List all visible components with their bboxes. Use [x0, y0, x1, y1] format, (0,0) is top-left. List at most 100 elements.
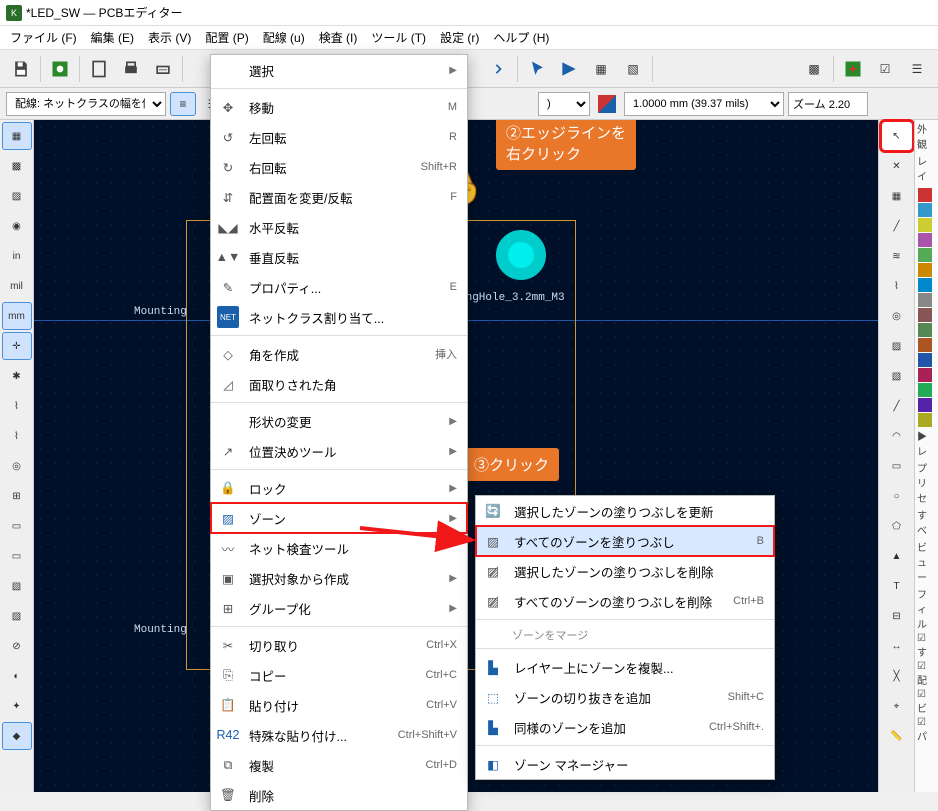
- place-textbox-tool[interactable]: ⊟: [882, 602, 912, 630]
- zone-add-cutout[interactable]: ⬚ゾーンの切り抜きを追加Shift+C: [476, 682, 774, 712]
- route-width-combo[interactable]: 配線: ネットクラスの幅を使用: [6, 92, 166, 116]
- ctx-mirror-h[interactable]: ◣◢水平反転: [211, 212, 467, 242]
- select-tool[interactable]: ↖: [882, 122, 912, 150]
- ctx-move[interactable]: ✥移動M: [211, 92, 467, 122]
- contrast-mode[interactable]: ◐: [2, 662, 32, 690]
- ctx-create-corner[interactable]: ◇角を作成挿入: [211, 339, 467, 369]
- draw-circle-tool[interactable]: ○: [882, 482, 912, 510]
- ctx-properties[interactable]: ✎プロパティ...E: [211, 272, 467, 302]
- draw-arc-tool[interactable]: ◠: [882, 422, 912, 450]
- ctx-change-shape[interactable]: 形状の変更▶: [211, 406, 467, 436]
- chk-place[interactable]: ☑ 配: [915, 660, 938, 688]
- zone-display1[interactable]: ▧: [2, 572, 32, 600]
- draw-poly-tool[interactable]: ⬠: [882, 512, 912, 540]
- zone-display2[interactable]: ▨: [2, 602, 32, 630]
- save-button[interactable]: [6, 54, 36, 84]
- swatch9[interactable]: [918, 338, 932, 352]
- swatch13[interactable]: [918, 398, 932, 412]
- swatch5[interactable]: [918, 278, 932, 292]
- route-diff-tool[interactable]: ≋: [882, 242, 912, 270]
- units-mil[interactable]: mil: [2, 272, 32, 300]
- sel-filter-button[interactable]: ▦: [586, 54, 616, 84]
- menu-file[interactable]: ファイル (F): [4, 27, 83, 48]
- polar-toggle[interactable]: ◉: [2, 212, 32, 240]
- ctx-create-from-sel[interactable]: ▣選択対象から作成▶: [211, 563, 467, 593]
- swatch8[interactable]: [918, 323, 932, 337]
- menu-settings[interactable]: 設定 (r): [434, 27, 485, 48]
- grid-size-combo[interactable]: 1.0000 mm (39.37 mils): [624, 92, 784, 116]
- menu-route[interactable]: 配線 (u): [257, 27, 311, 48]
- units-in[interactable]: in: [2, 242, 32, 270]
- place-keepout-tool[interactable]: ▧: [882, 362, 912, 390]
- inspect-button[interactable]: ▧: [618, 54, 648, 84]
- draw-line-tool[interactable]: ╱: [882, 392, 912, 420]
- ctx-paste-special[interactable]: R42特殊な貼り付け...Ctrl+Shift+V: [211, 720, 467, 750]
- zoom-field[interactable]: [788, 92, 868, 116]
- menu-tools[interactable]: ツール (T): [365, 27, 432, 48]
- ctx-copy[interactable]: ⎘コピーCtrl+C: [211, 660, 467, 690]
- chk-all[interactable]: ☑ す: [915, 632, 938, 660]
- crosshair-toggle[interactable]: ✛: [2, 332, 32, 360]
- swatch11[interactable]: [918, 368, 932, 382]
- ctx-zone[interactable]: ▨ゾーン▶: [211, 503, 467, 533]
- zone-duplicate-layer[interactable]: ▙レイヤー上にゾーンを複製...: [476, 652, 774, 682]
- preset-all[interactable]: すべ: [915, 506, 938, 538]
- footprint-wizard-button[interactable]: [554, 54, 584, 84]
- swatch12[interactable]: [918, 383, 932, 397]
- pcb-update-button[interactable]: [838, 54, 868, 84]
- swatch14[interactable]: [918, 413, 932, 427]
- hide-layers[interactable]: ⊘: [2, 632, 32, 660]
- scripts-button[interactable]: ☰: [902, 54, 932, 84]
- ctx-positioning[interactable]: ↗位置決めツール▶: [211, 436, 467, 466]
- swatch7[interactable]: [918, 308, 932, 322]
- ctx-rotate-cw[interactable]: ↻右回転Shift+R: [211, 152, 467, 182]
- redo-button[interactable]: [483, 54, 513, 84]
- place-image-tool[interactable]: ▲: [882, 542, 912, 570]
- tune-length-tool[interactable]: ⌇: [882, 272, 912, 300]
- outline-mode-graphics[interactable]: ▭: [2, 512, 32, 540]
- chk-via[interactable]: ☑ ビ: [915, 688, 938, 716]
- zone-manager[interactable]: ◧ゾーン マネージャー: [476, 749, 774, 779]
- board-setup-button[interactable]: [45, 54, 75, 84]
- outline-mode-vias[interactable]: ◎: [2, 452, 32, 480]
- print-button[interactable]: [116, 54, 146, 84]
- ctx-duplicate[interactable]: ⧉複製Ctrl+D: [211, 750, 467, 780]
- 3d-viewer-button[interactable]: ▩: [799, 54, 829, 84]
- layers-tab[interactable]: レイ: [915, 152, 938, 184]
- ctx-lock[interactable]: 🔒ロック▶: [211, 473, 467, 503]
- swatch-fcu[interactable]: [918, 188, 932, 202]
- menu-inspect[interactable]: 検査 (I): [313, 27, 364, 48]
- place-via-tool[interactable]: ◎: [882, 302, 912, 330]
- ctx-flip-side[interactable]: ⇵配置面を変更/反転F: [211, 182, 467, 212]
- place-text-tool[interactable]: T: [882, 572, 912, 600]
- place-zone-tool[interactable]: ▨: [882, 332, 912, 360]
- outline-mode-text[interactable]: ▭: [2, 542, 32, 570]
- page-settings-button[interactable]: [84, 54, 114, 84]
- swatch-bcu[interactable]: [918, 203, 932, 217]
- layer-pair-button[interactable]: [594, 92, 620, 116]
- place-footprint-tool[interactable]: ▦: [882, 182, 912, 210]
- ctx-mirror-v[interactable]: ▲▼垂直反転: [211, 242, 467, 272]
- outline-mode-tracks[interactable]: ⌇: [2, 422, 32, 450]
- highlight-net-tool[interactable]: ✕: [882, 152, 912, 180]
- menu-help[interactable]: ヘルプ (H): [487, 27, 555, 48]
- net-highlight[interactable]: ✦: [2, 692, 32, 720]
- swatch2[interactable]: [918, 233, 932, 247]
- menu-edit[interactable]: 編集 (E): [85, 27, 140, 48]
- layer-expand[interactable]: ▶ レ: [915, 427, 938, 459]
- menu-view[interactable]: 表示 (V): [142, 27, 197, 48]
- ratsnest-toggle[interactable]: ✱: [2, 362, 32, 390]
- ctx-chamfer[interactable]: ◿面取りされた角: [211, 369, 467, 399]
- ctx-delete[interactable]: 🗑削除: [211, 780, 467, 810]
- ctx-paste[interactable]: 📋貼り付けCtrl+V: [211, 690, 467, 720]
- ctx-rotate-ccw[interactable]: ↺左回転R: [211, 122, 467, 152]
- ctx-netclass-assign[interactable]: NETネットクラス割り当て...: [211, 302, 467, 332]
- via-combo[interactable]: ): [538, 92, 590, 116]
- swatch1[interactable]: [918, 218, 932, 232]
- swatch6[interactable]: [918, 293, 932, 307]
- toggle-auto-width[interactable]: ≡: [170, 92, 196, 116]
- origin-tool[interactable]: ⌖: [882, 692, 912, 720]
- swatch3[interactable]: [918, 248, 932, 262]
- delete-tool[interactable]: ╳: [882, 662, 912, 690]
- zone-refill-all[interactable]: ▨すべてのゾーンを塗りつぶしB: [476, 526, 774, 556]
